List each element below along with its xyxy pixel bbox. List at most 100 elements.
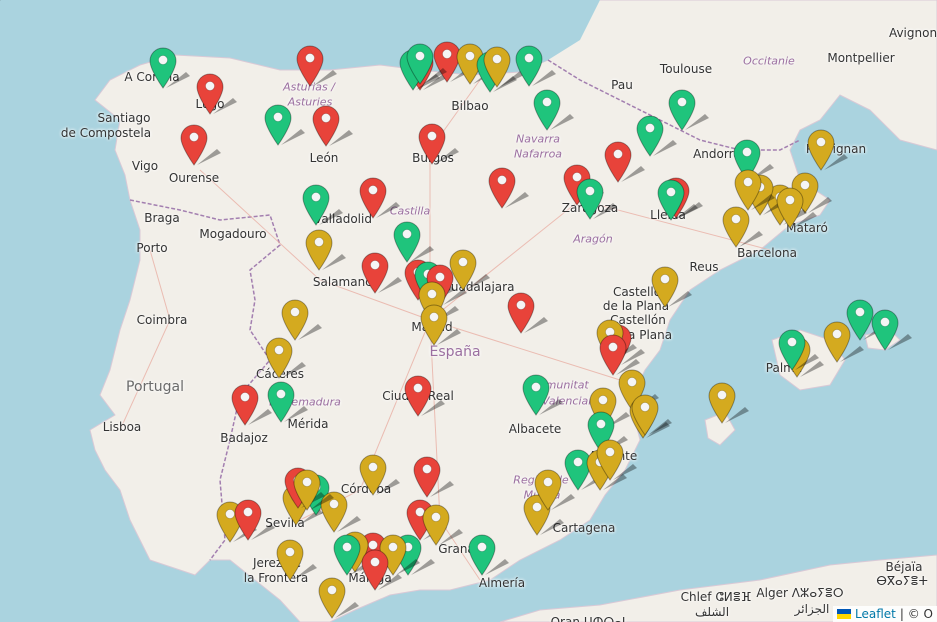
place-label: Coimbra	[136, 313, 188, 327]
map-pin-icon	[507, 292, 548, 334]
map-pin-icon	[488, 167, 529, 209]
map-marker-green[interactable]	[267, 381, 308, 423]
map-pin-icon	[807, 129, 848, 171]
map-attribution: Leaflet | © O	[833, 606, 937, 622]
place-label: Braga	[144, 211, 180, 225]
map-marker-red[interactable]	[359, 177, 400, 219]
map-marker-green[interactable]	[668, 89, 709, 131]
map-marker-red[interactable]	[196, 73, 237, 115]
place-label: Aragón	[573, 232, 613, 246]
map-marker-gold[interactable]	[534, 469, 575, 511]
map-marker-green[interactable]	[636, 115, 677, 157]
place-label: Navarra	[515, 132, 561, 146]
map-pin-icon	[422, 504, 463, 546]
map-marker-green[interactable]	[333, 534, 374, 576]
map-marker-red[interactable]	[361, 252, 402, 294]
map-marker-green[interactable]	[515, 45, 556, 87]
place-label: Ourense	[168, 171, 220, 185]
place-label: Mogadouro	[199, 227, 267, 241]
map-marker-gold[interactable]	[651, 266, 692, 308]
place-label: Toulouse	[659, 62, 713, 76]
map-marker-green[interactable]	[576, 178, 617, 220]
place-label: Bilbao	[451, 99, 489, 113]
place-label: الجزائر	[794, 602, 830, 616]
map-pin-icon	[302, 184, 343, 226]
map-marker-gold[interactable]	[734, 169, 775, 211]
place-label: ⴱⴳⴰⵢⴻⵜ	[876, 574, 928, 588]
map-marker-gold[interactable]	[420, 304, 461, 346]
place-label: Nafarroa	[513, 147, 563, 161]
place-label: Béjaïa	[885, 560, 923, 574]
map-marker-gold[interactable]	[483, 46, 524, 88]
map-marker-gold[interactable]	[305, 229, 346, 271]
map-marker-red[interactable]	[312, 105, 353, 147]
map-pin-icon	[296, 45, 337, 87]
map-marker-gold[interactable]	[422, 504, 463, 546]
place-label: الشلف	[694, 605, 730, 619]
map-marker-gold[interactable]	[281, 299, 322, 341]
map-pin-icon	[483, 46, 524, 88]
map-pin-icon	[320, 491, 361, 533]
map-marker-green[interactable]	[406, 43, 447, 85]
place-label: Portugal	[126, 379, 184, 395]
map-marker-gold[interactable]	[318, 577, 359, 619]
map-marker-green[interactable]	[264, 104, 305, 146]
map-marker-gold[interactable]	[293, 469, 334, 511]
place-label: León	[309, 151, 339, 165]
map-pin-icon	[196, 73, 237, 115]
map-marker-red[interactable]	[413, 456, 454, 498]
map-pin-icon	[871, 309, 912, 351]
map-pin-icon	[596, 439, 637, 481]
map-marker-red[interactable]	[507, 292, 548, 334]
map-marker-green[interactable]	[522, 374, 563, 416]
map-marker-green[interactable]	[149, 47, 190, 89]
map-marker-red[interactable]	[361, 549, 402, 591]
map-marker-gold[interactable]	[596, 439, 637, 481]
map-pin-icon	[534, 469, 575, 511]
map-marker-green[interactable]	[657, 179, 698, 221]
map-marker-gold[interactable]	[776, 187, 817, 229]
map-marker-gold[interactable]	[359, 454, 400, 496]
map-marker-gold[interactable]	[807, 129, 848, 171]
map-marker-gold[interactable]	[320, 491, 361, 533]
map-marker-green[interactable]	[871, 309, 912, 351]
map-pin-icon	[651, 266, 692, 308]
map-container[interactable]: A CoruñaLugoSantiagode CompostelaAsturia…	[0, 0, 937, 622]
map-marker-red[interactable]	[296, 45, 337, 87]
map-marker-red[interactable]	[604, 141, 645, 183]
map-pin-icon	[231, 384, 272, 426]
place-label: Lisboa	[102, 420, 142, 434]
map-marker-green[interactable]	[393, 221, 434, 263]
map-marker-green[interactable]	[846, 299, 887, 341]
map-marker-red[interactable]	[234, 499, 275, 541]
map-pin-icon	[406, 43, 447, 85]
map-marker-red[interactable]	[418, 123, 459, 165]
map-marker-red[interactable]	[488, 167, 529, 209]
map-marker-gold[interactable]	[276, 539, 317, 581]
map-pin-icon	[361, 252, 402, 294]
map-marker-red[interactable]	[231, 384, 272, 426]
place-label: Vigo	[131, 159, 159, 173]
map-marker-green[interactable]	[533, 89, 574, 131]
map-marker-green[interactable]	[302, 184, 343, 226]
map-marker-green[interactable]	[778, 329, 819, 371]
map-pin-icon	[404, 375, 445, 417]
map-marker-gold[interactable]	[708, 382, 749, 424]
map-pin-icon	[778, 329, 819, 371]
map-marker-gold[interactable]	[631, 394, 672, 436]
place-label: Oran ⵡⵀⵔⴰⵏ	[550, 615, 626, 622]
map-marker-green[interactable]	[468, 534, 509, 576]
map-marker-red[interactable]	[404, 375, 445, 417]
map-marker-red[interactable]	[180, 124, 221, 166]
leaflet-link[interactable]: Leaflet	[855, 607, 896, 621]
map-marker-red[interactable]	[599, 334, 640, 376]
map-pin-icon	[293, 469, 334, 511]
map-pin-icon	[180, 124, 221, 166]
map-marker-gold[interactable]	[265, 337, 306, 379]
place-label: Barcelona	[737, 246, 797, 260]
map-marker-gold[interactable]	[722, 206, 763, 248]
ukraine-flag-icon	[837, 609, 852, 619]
place-label: Montpellier	[827, 51, 895, 65]
map-marker-gold[interactable]	[449, 249, 490, 291]
map-pin-icon	[333, 534, 374, 576]
